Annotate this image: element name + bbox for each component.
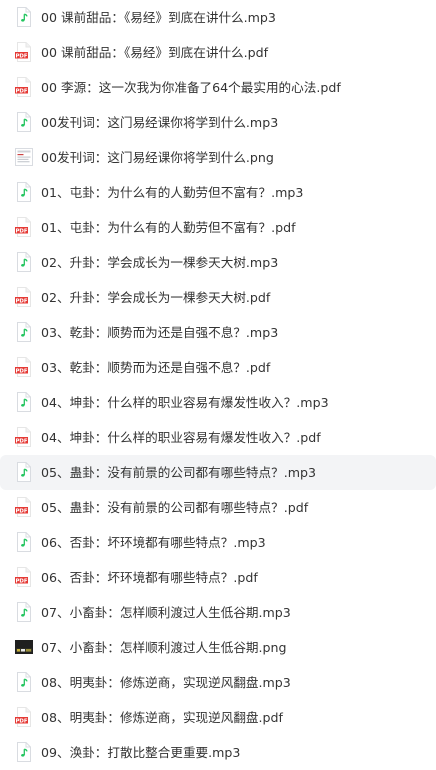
file-list-item[interactable]: 09、涣卦：打散比整合更重要.mp3 bbox=[0, 735, 436, 770]
file-list-item[interactable]: 01、屯卦：为什么有的人勤劳但不富有？.mp3 bbox=[0, 175, 436, 210]
file-name: 00 课前甜品：《易经》到底在讲什么.pdf bbox=[41, 45, 269, 60]
file-list-item[interactable]: PDF 08、明夷卦：修炼逆商，实现逆风翻盘.pdf bbox=[0, 700, 436, 735]
file-list-item[interactable]: 00发刊词：这门易经课你将学到什么.mp3 bbox=[0, 105, 436, 140]
audio-file-icon bbox=[14, 671, 34, 693]
file-list-item[interactable]: 04、坤卦：什么样的职业容易有爆发性收入？.mp3 bbox=[0, 385, 436, 420]
file-list-item[interactable]: PDF 05、蛊卦：没有前景的公司都有哪些特点？.pdf bbox=[0, 490, 436, 525]
file-list-item[interactable]: 08、明夷卦：修炼逆商，实现逆风翻盘.mp3 bbox=[0, 665, 436, 700]
file-name: 05、蛊卦：没有前景的公司都有哪些特点？.pdf bbox=[41, 500, 309, 515]
pdf-file-icon: PDF bbox=[14, 76, 34, 98]
file-name: 08、明夷卦：修炼逆商，实现逆风翻盘.pdf bbox=[41, 710, 283, 725]
file-list-item[interactable]: PDF 00 李源：这一次我为你准备了64个最实用的心法.pdf bbox=[0, 70, 436, 105]
file-name: 07、小畜卦：怎样顺利渡过人生低谷期.mp3 bbox=[41, 605, 291, 620]
svg-text:PDF: PDF bbox=[15, 578, 27, 584]
file-name: 00发刊词：这门易经课你将学到什么.mp3 bbox=[41, 115, 279, 130]
file-name: 02、升卦：学会成长为一棵参天大树.pdf bbox=[41, 290, 271, 305]
file-list-item[interactable]: 00发刊词：这门易经课你将学到什么.png bbox=[0, 140, 436, 175]
audio-file-icon bbox=[14, 181, 34, 203]
file-name: 03、乾卦：顺势而为还是自强不息？.pdf bbox=[41, 360, 271, 375]
audio-file-icon bbox=[14, 321, 34, 343]
svg-text:PDF: PDF bbox=[15, 228, 27, 234]
svg-text:PDF: PDF bbox=[15, 438, 27, 444]
file-name: 08、明夷卦：修炼逆商，实现逆风翻盘.mp3 bbox=[41, 675, 291, 690]
file-name: 00发刊词：这门易经课你将学到什么.png bbox=[41, 150, 274, 165]
file-name: 00 课前甜品：《易经》到底在讲什么.mp3 bbox=[41, 10, 276, 25]
file-list-item[interactable]: PDF 04、坤卦：什么样的职业容易有爆发性收入？.pdf bbox=[0, 420, 436, 455]
audio-file-icon bbox=[14, 601, 34, 623]
file-list-item[interactable]: PDF 00 课前甜品：《易经》到底在讲什么.pdf bbox=[0, 35, 436, 70]
pdf-file-icon: PDF bbox=[14, 706, 34, 728]
pdf-file-icon: PDF bbox=[14, 566, 34, 588]
svg-text:PDF: PDF bbox=[15, 368, 27, 374]
pdf-file-icon: PDF bbox=[14, 356, 34, 378]
file-list-item[interactable]: 07、小畜卦：怎样顺利渡过人生低谷期.png bbox=[0, 630, 436, 665]
svg-text:PDF: PDF bbox=[15, 88, 27, 94]
file-list-item[interactable]: 00 课前甜品：《易经》到底在讲什么.mp3 bbox=[0, 0, 436, 35]
svg-text:PDF: PDF bbox=[15, 298, 27, 304]
file-list-item[interactable]: 06、否卦：坏环境都有哪些特点？.mp3 bbox=[0, 525, 436, 560]
file-list-item[interactable]: 03、乾卦：顺势而为还是自强不息？.mp3 bbox=[0, 315, 436, 350]
pdf-file-icon: PDF bbox=[14, 216, 34, 238]
file-list-item[interactable]: PDF 03、乾卦：顺势而为还是自强不息？.pdf bbox=[0, 350, 436, 385]
pdf-file-icon: PDF bbox=[14, 496, 34, 518]
file-name: 01、屯卦：为什么有的人勤劳但不富有？.pdf bbox=[41, 220, 296, 235]
image-thumbnail-icon bbox=[14, 636, 34, 658]
file-name: 09、涣卦：打散比整合更重要.mp3 bbox=[41, 745, 241, 760]
file-list-item[interactable]: PDF 02、升卦：学会成长为一棵参天大树.pdf bbox=[0, 280, 436, 315]
svg-text:PDF: PDF bbox=[15, 718, 27, 724]
file-name: 04、坤卦：什么样的职业容易有爆发性收入？.mp3 bbox=[41, 395, 329, 410]
image-file-icon bbox=[14, 146, 34, 168]
file-list-item[interactable]: PDF 01、屯卦：为什么有的人勤劳但不富有？.pdf bbox=[0, 210, 436, 245]
file-list-item[interactable]: PDF 06、否卦：坏环境都有哪些特点？.pdf bbox=[0, 560, 436, 595]
audio-file-icon bbox=[14, 391, 34, 413]
file-name: 01、屯卦：为什么有的人勤劳但不富有？.mp3 bbox=[41, 185, 304, 200]
pdf-file-icon: PDF bbox=[14, 426, 34, 448]
audio-file-icon bbox=[14, 531, 34, 553]
file-name: 02、升卦：学会成长为一棵参天大树.mp3 bbox=[41, 255, 279, 270]
audio-file-icon bbox=[14, 251, 34, 273]
file-name: 04、坤卦：什么样的职业容易有爆发性收入？.pdf bbox=[41, 430, 321, 445]
file-name: 06、否卦：坏环境都有哪些特点？.mp3 bbox=[41, 535, 266, 550]
file-name: 05、蛊卦：没有前景的公司都有哪些特点？.mp3 bbox=[41, 465, 316, 480]
file-name: 03、乾卦：顺势而为还是自强不息？.mp3 bbox=[41, 325, 279, 340]
file-list-item[interactable]: 07、小畜卦：怎样顺利渡过人生低谷期.mp3 bbox=[0, 595, 436, 630]
file-name: 07、小畜卦：怎样顺利渡过人生低谷期.png bbox=[41, 640, 287, 655]
pdf-file-icon: PDF bbox=[14, 41, 34, 63]
audio-file-icon bbox=[14, 741, 34, 763]
svg-text:PDF: PDF bbox=[15, 508, 27, 514]
file-list-item[interactable]: 02、升卦：学会成长为一棵参天大树.mp3 bbox=[0, 245, 436, 280]
audio-file-icon bbox=[14, 111, 34, 133]
file-name: 00 李源：这一次我为你准备了64个最实用的心法.pdf bbox=[41, 80, 341, 95]
audio-file-icon bbox=[14, 461, 34, 483]
file-list: 00 课前甜品：《易经》到底在讲什么.mp3 PDF 00 课前甜品：《易经》到底在… bbox=[0, 0, 436, 763]
svg-text:PDF: PDF bbox=[15, 53, 27, 59]
pdf-file-icon: PDF bbox=[14, 286, 34, 308]
file-list-item[interactable]: 05、蛊卦：没有前景的公司都有哪些特点？.mp3 bbox=[0, 455, 436, 490]
audio-file-icon bbox=[14, 6, 34, 28]
file-name: 06、否卦：坏环境都有哪些特点？.pdf bbox=[41, 570, 258, 585]
